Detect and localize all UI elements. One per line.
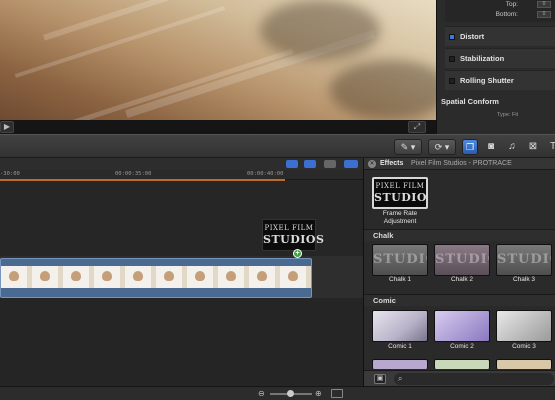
top-field[interactable]: 0 bbox=[537, 1, 551, 8]
close-icon[interactable]: ✕ bbox=[368, 160, 376, 168]
comic-5-thumbnail[interactable] bbox=[434, 359, 490, 369]
playhead-range bbox=[0, 179, 285, 181]
chalk-1-thumbnail[interactable]: STUDIOS bbox=[372, 244, 428, 276]
toolbar: ✎ ▾ ⟳ ▾ ❐ ◙ ♫ ⊠ T bbox=[0, 134, 555, 158]
stabilization-row[interactable]: Stabilization bbox=[445, 48, 555, 68]
spatial-conform-heading: Spatial Conform bbox=[441, 97, 499, 106]
timeline-header bbox=[0, 158, 363, 170]
comic-2-thumbnail[interactable] bbox=[434, 310, 490, 342]
comic-1-thumbnail[interactable] bbox=[372, 310, 428, 342]
viewer-controls: ▶ ⤢ bbox=[0, 120, 436, 134]
comic-2-label: Comic 2 bbox=[450, 343, 474, 350]
top-label: Top: bbox=[505, 1, 518, 8]
photos-icon[interactable]: ◙ bbox=[484, 140, 498, 154]
comic-3-label: Comic 3 bbox=[512, 343, 536, 350]
dragged-logo-line1: PIXEL FILM bbox=[264, 224, 314, 232]
effects-browser-icon[interactable]: ❐ bbox=[462, 139, 478, 155]
zoom-to-fit-icon[interactable] bbox=[344, 160, 358, 168]
titles-icon[interactable]: T bbox=[546, 140, 555, 154]
chalk-1-word: STUDIOS bbox=[373, 252, 427, 267]
featured-logo-line1: PIXEL FILM bbox=[375, 182, 425, 190]
frame-rate-adjustment-thumbnail[interactable]: PIXEL FILM STUDIOS bbox=[372, 177, 428, 209]
chalk-2-word: STUDIOS bbox=[435, 252, 489, 267]
chalk-3-thumbnail[interactable]: STUDIOS bbox=[496, 244, 552, 276]
ruler-tick: 00:00:40:00 bbox=[247, 171, 284, 177]
zoom-in-icon[interactable]: ⊕ bbox=[315, 389, 323, 398]
frame-rate-label-line1: Frame Rate bbox=[382, 210, 418, 217]
spatial-conform-type[interactable]: Type: Fit bbox=[497, 112, 518, 118]
add-icon: + bbox=[293, 249, 302, 258]
dragged-logo-line2: STUDIOS bbox=[263, 233, 325, 246]
transitions-icon[interactable]: ⊠ bbox=[526, 140, 540, 154]
crop-controls: Top: 0 Bottom: 0 bbox=[445, 0, 555, 22]
dragged-effect-thumbnail[interactable]: PIXEL FILM STUDIOS bbox=[262, 219, 325, 251]
clip-filmstrip bbox=[1, 266, 311, 288]
select-tool-icon[interactable]: ✎ ▾ bbox=[394, 139, 422, 155]
search-input[interactable]: ⌕ bbox=[394, 373, 554, 385]
comic-4-thumbnail[interactable] bbox=[372, 359, 428, 369]
clip-appearance-icon[interactable] bbox=[331, 389, 343, 398]
chalk-2-thumbnail[interactable]: STUDIOS bbox=[434, 244, 490, 276]
retime-icon[interactable]: ⟳ ▾ bbox=[428, 139, 456, 155]
zoom-out-icon[interactable]: ⊖ bbox=[258, 389, 266, 398]
rolling-shutter-checkbox[interactable] bbox=[449, 78, 455, 84]
video-clip[interactable] bbox=[0, 258, 312, 298]
comic-6-thumbnail[interactable] bbox=[496, 359, 552, 369]
comic-3-thumbnail[interactable] bbox=[496, 310, 552, 342]
chalk-3-word: STUDIOS bbox=[497, 252, 551, 267]
rolling-shutter-label: Rolling Shutter bbox=[460, 76, 514, 85]
play-icon[interactable]: ▶ bbox=[0, 121, 14, 133]
timeline-empty-area bbox=[0, 298, 363, 386]
ruler-tick: 00:00:35:00 bbox=[115, 171, 152, 177]
video-only-icon[interactable] bbox=[286, 160, 298, 168]
music-icon[interactable]: ♫ bbox=[505, 140, 519, 154]
category-chalk: Chalk bbox=[364, 229, 555, 241]
skimming-icon[interactable] bbox=[324, 160, 336, 168]
distort-row[interactable]: Distort bbox=[445, 26, 555, 46]
effects-subtitle: Pixel Film Studios - PROTRACE bbox=[411, 160, 512, 167]
timeline-ruler[interactable]: -30:00 00:00:35:00 00:00:40:00 bbox=[0, 170, 363, 181]
rolling-shutter-row[interactable]: Rolling Shutter bbox=[445, 70, 555, 90]
stabilization-checkbox[interactable] bbox=[449, 56, 455, 62]
category-comic: Comic bbox=[364, 294, 555, 306]
effects-title: Effects bbox=[380, 160, 404, 167]
chalk-1-label: Chalk 1 bbox=[388, 276, 412, 283]
library-icon[interactable]: ▣ bbox=[374, 374, 386, 384]
ruler-tick: -30:00 bbox=[0, 171, 20, 177]
timeline[interactable]: -30:00 00:00:35:00 00:00:40:00 PIXEL FIL… bbox=[0, 158, 363, 386]
effects-header: ✕ Effects Pixel Film Studios - PROTRACE bbox=[364, 158, 555, 170]
featured-logo-line2: STUDIOS bbox=[374, 191, 427, 204]
distort-label: Distort bbox=[460, 32, 485, 41]
bottom-bar: ⊖ ⊕ bbox=[0, 386, 555, 400]
bottom-field[interactable]: 0 bbox=[537, 11, 551, 18]
search-icon: ⌕ bbox=[398, 374, 403, 383]
effects-footer: ▣ ⌕ bbox=[364, 370, 555, 386]
inspector-panel: Top: 0 Bottom: 0 Distort Stabilization R… bbox=[436, 0, 555, 134]
bottom-label: Bottom: bbox=[495, 11, 518, 18]
distort-checkbox[interactable] bbox=[449, 34, 455, 40]
chalk-2-label: Chalk 2 bbox=[450, 276, 474, 283]
audio-waveform-icon[interactable] bbox=[304, 160, 316, 168]
viewer bbox=[0, 0, 436, 120]
zoom-slider-thumb[interactable] bbox=[287, 390, 294, 397]
frame-rate-label-line2: Adjustment bbox=[383, 218, 417, 225]
fullscreen-icon[interactable]: ⤢ bbox=[408, 121, 426, 133]
stabilization-label: Stabilization bbox=[460, 54, 505, 63]
effects-browser: ✕ Effects Pixel Film Studios - PROTRACE … bbox=[363, 158, 555, 386]
comic-1-label: Comic 1 bbox=[388, 343, 412, 350]
chalk-3-label: Chalk 3 bbox=[512, 276, 536, 283]
